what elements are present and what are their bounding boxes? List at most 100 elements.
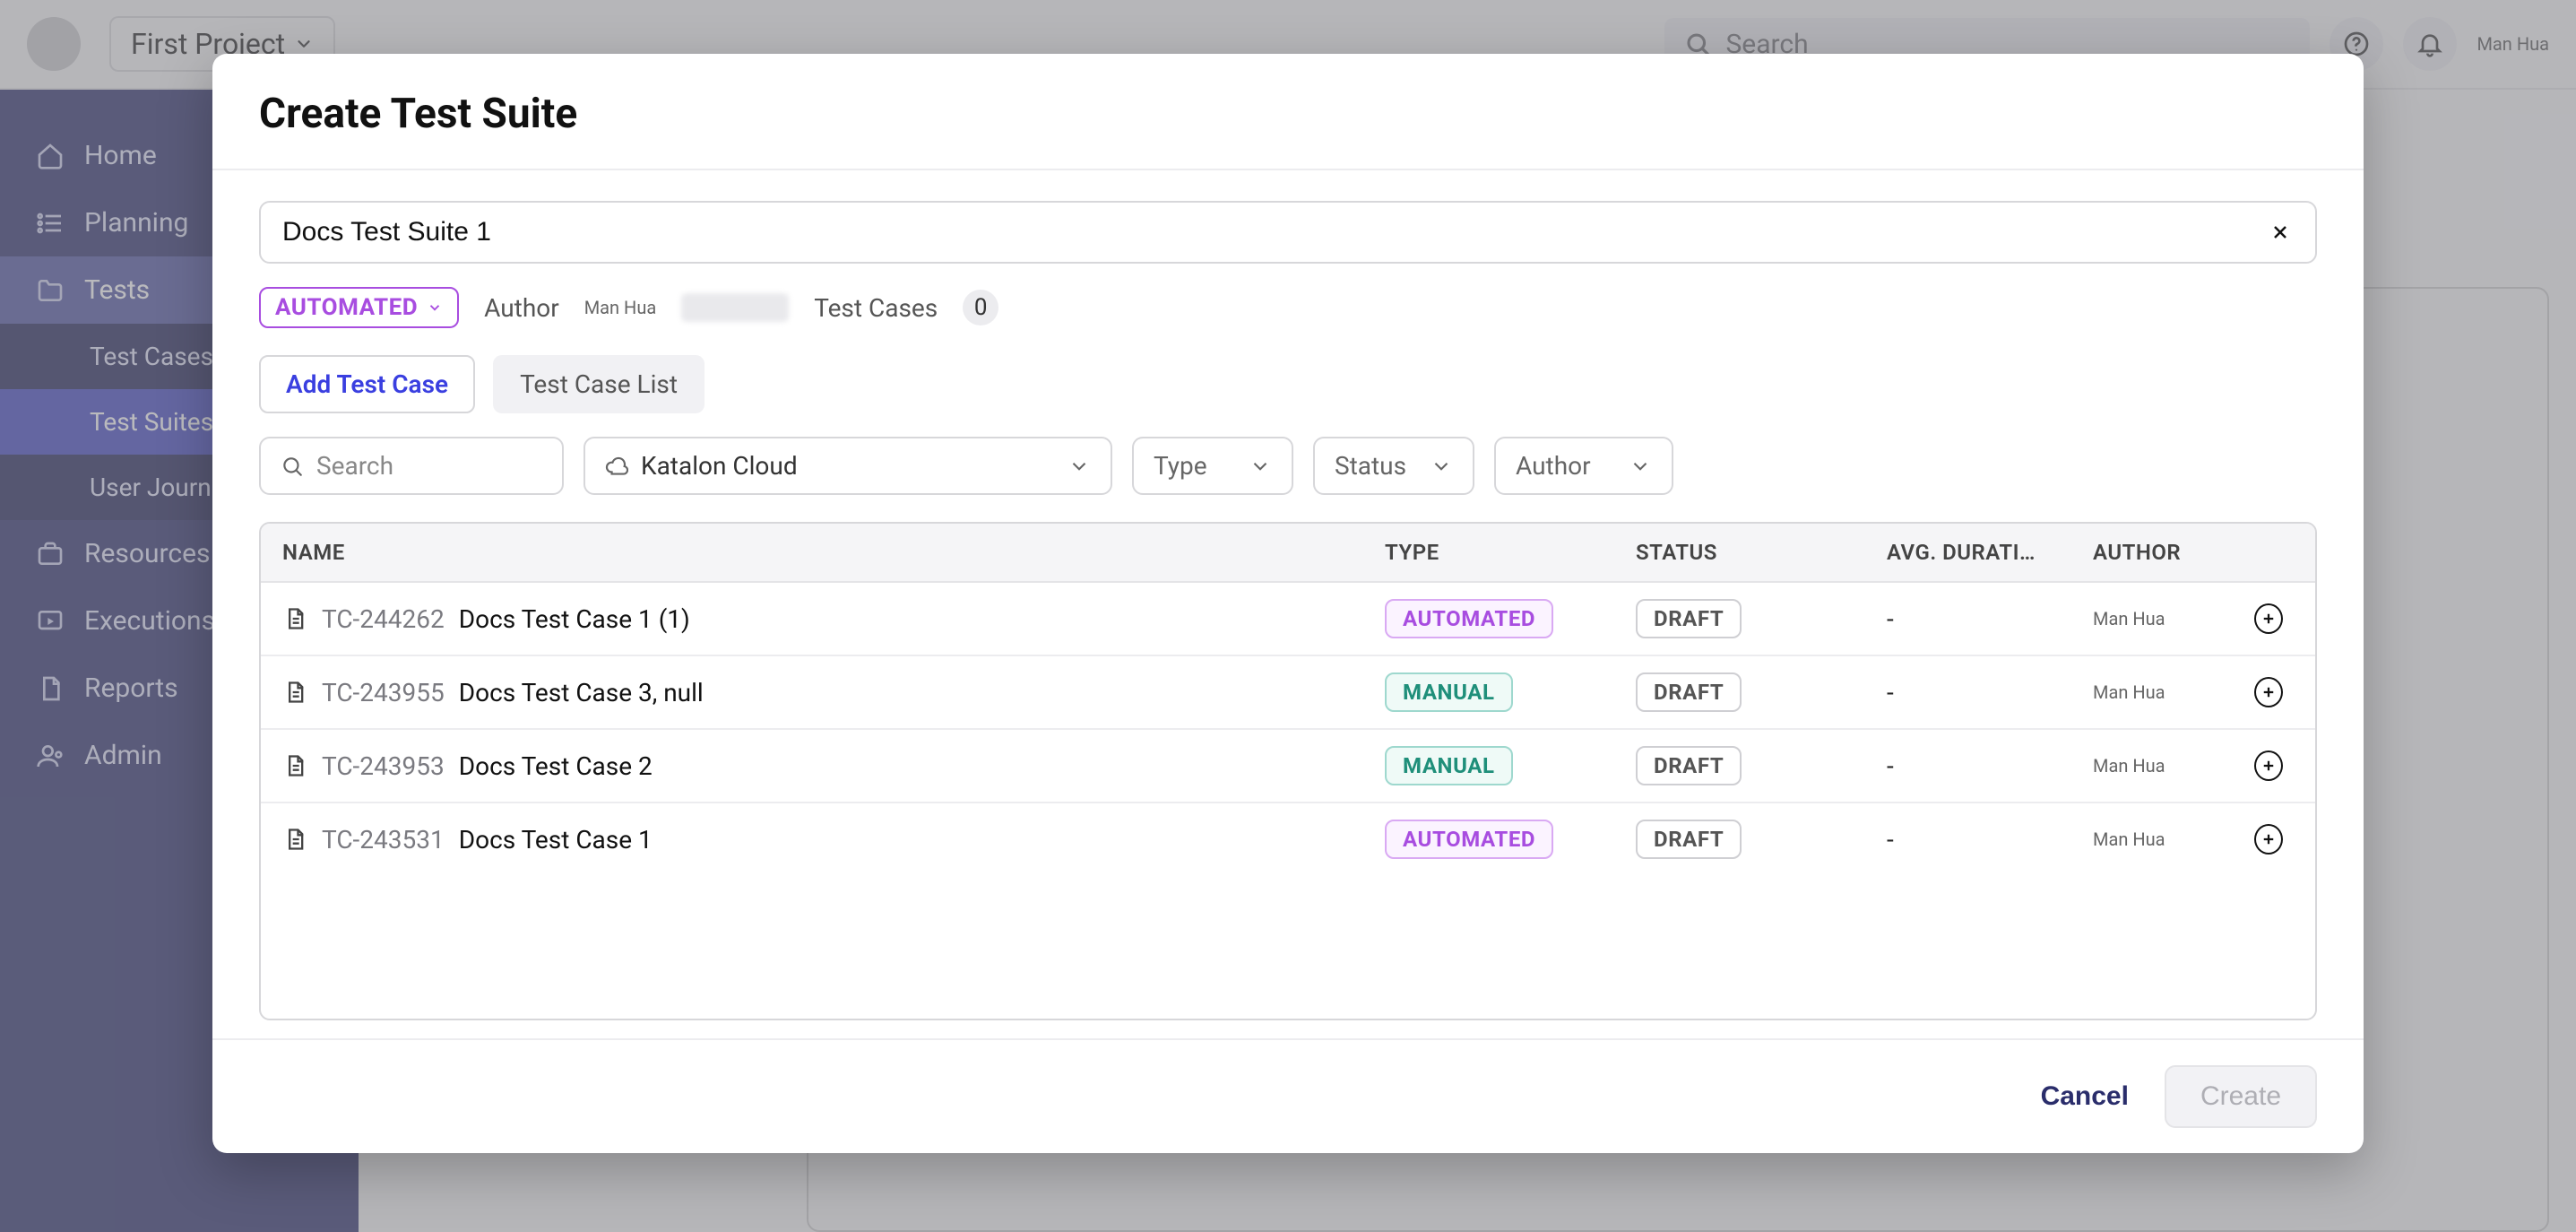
status-pill: DRAFT <box>1636 820 1742 859</box>
document-icon <box>282 753 307 778</box>
plus-icon <box>2260 831 2277 847</box>
filter-row: Search Katalon Cloud Type Status <box>259 437 2317 495</box>
modal-body: AUTOMATED Author Man Hua Test Cases 0 Ad… <box>212 170 2364 1038</box>
cell-name: TC-244262 Docs Test Case 1 (1) <box>261 588 1363 650</box>
cell-action <box>2233 808 2304 871</box>
status-pill: DRAFT <box>1636 746 1742 785</box>
cell-author: Man Hua <box>2071 739 2233 793</box>
cell-author: Man Hua <box>2071 812 2233 866</box>
tc-title: Docs Test Case 1 <box>459 825 653 855</box>
cell-author: Man Hua <box>2071 665 2233 719</box>
suite-name-input[interactable] <box>282 217 2249 247</box>
cell-duration: - <box>1865 588 2071 650</box>
author-name-blurred <box>681 293 789 322</box>
tab-add-test-case[interactable]: Add Test Case <box>259 355 475 413</box>
type-pill: AUTOMATED <box>1385 599 1553 638</box>
test-case-table: NAME TYPE STATUS AVG. DURATI… AUTHOR TC-… <box>259 522 2317 1020</box>
test-cases-count: 0 <box>963 290 998 325</box>
add-test-case-button[interactable] <box>2254 603 2283 634</box>
filter-type-label: Type <box>1154 451 1207 481</box>
tc-title: Docs Test Case 3, null <box>459 678 704 707</box>
suite-meta-row: AUTOMATED Author Man Hua Test Cases 0 <box>259 287 2317 328</box>
table-row[interactable]: TC-244262 Docs Test Case 1 (1) AUTOMATED D… <box>261 583 2315 655</box>
author-name: Man Hua <box>584 297 657 318</box>
tc-id: TC-244262 <box>322 604 445 634</box>
col-author: AUTHOR <box>2071 524 2233 581</box>
suite-type-label: AUTOMATED <box>275 294 418 321</box>
cell-name: TC-243531 Docs Test Case 1 <box>261 809 1363 871</box>
col-name: NAME <box>261 524 1363 581</box>
source-picker[interactable]: Katalon Cloud <box>583 437 1112 495</box>
cell-name: TC-243953 Docs Test Case 2 <box>261 735 1363 797</box>
table-row[interactable]: TC-243531 Docs Test Case 1 AUTOMATED DRAFT… <box>261 802 2315 875</box>
table-header: NAME TYPE STATUS AVG. DURATI… AUTHOR <box>261 524 2315 583</box>
modal-footer: Cancel Create <box>212 1038 2364 1153</box>
type-pill: AUTOMATED <box>1385 820 1553 859</box>
table-row[interactable]: TC-243953 Docs Test Case 2 MANUAL DRAFT -Ma… <box>261 728 2315 802</box>
cell-type: AUTOMATED <box>1363 803 1614 875</box>
chevron-down-icon <box>1430 455 1453 478</box>
filter-status-label: Status <box>1335 451 1406 481</box>
clear-name-button[interactable] <box>2267 219 2294 246</box>
close-icon <box>2269 221 2291 243</box>
cloud-icon <box>605 455 628 478</box>
cell-status: DRAFT <box>1614 583 1865 655</box>
modal-header: Create Test Suite <box>212 54 2364 170</box>
chevron-down-icon <box>1068 455 1091 478</box>
source-label: Katalon Cloud <box>641 451 798 481</box>
search-icon <box>281 455 304 478</box>
document-icon <box>282 606 307 631</box>
document-icon <box>282 827 307 852</box>
suite-type-badge[interactable]: AUTOMATED <box>259 287 459 328</box>
plus-icon <box>2260 684 2277 700</box>
table-row[interactable]: TC-243955 Docs Test Case 3, null MANUAL DR… <box>261 655 2315 728</box>
add-test-case-button[interactable] <box>2254 824 2283 855</box>
cell-status: DRAFT <box>1614 803 1865 875</box>
col-type: TYPE <box>1363 524 1614 581</box>
type-pill: MANUAL <box>1385 746 1513 785</box>
status-pill: DRAFT <box>1636 672 1742 712</box>
tc-search-placeholder: Search <box>316 451 393 481</box>
chevron-down-icon <box>427 299 443 316</box>
cell-type: MANUAL <box>1363 656 1614 728</box>
cell-action <box>2233 661 2304 724</box>
suite-name-field[interactable] <box>259 201 2317 264</box>
cell-name: TC-243955 Docs Test Case 3, null <box>261 662 1363 724</box>
cell-duration: - <box>1865 809 2071 871</box>
status-pill: DRAFT <box>1636 599 1742 638</box>
test-cases-label: Test Cases <box>814 293 938 323</box>
col-duration: AVG. DURATI… <box>1865 524 2071 581</box>
tc-id: TC-243531 <box>322 825 445 855</box>
tc-title: Docs Test Case 1 (1) <box>459 604 690 634</box>
add-test-case-button[interactable] <box>2254 750 2283 781</box>
plus-icon <box>2260 611 2277 627</box>
add-test-case-button[interactable] <box>2254 677 2283 707</box>
filter-status[interactable]: Status <box>1313 437 1474 495</box>
plus-icon <box>2260 758 2277 774</box>
author-label: Author <box>484 293 559 323</box>
create-test-suite-modal: Create Test Suite AUTOMATED Author Man H… <box>212 54 2364 1153</box>
chevron-down-icon <box>1249 455 1272 478</box>
cell-duration: - <box>1865 735 2071 797</box>
cell-type: MANUAL <box>1363 730 1614 802</box>
filter-author-label: Author <box>1516 451 1591 481</box>
cell-action <box>2233 587 2304 650</box>
filter-type[interactable]: Type <box>1132 437 1293 495</box>
document-icon <box>282 680 307 705</box>
create-button[interactable]: Create <box>2165 1065 2317 1128</box>
modal-title: Create Test Suite <box>259 90 2317 138</box>
cell-status: DRAFT <box>1614 730 1865 802</box>
col-status: STATUS <box>1614 524 1865 581</box>
tc-id: TC-243955 <box>322 678 445 707</box>
cell-type: AUTOMATED <box>1363 583 1614 655</box>
tc-id: TC-243953 <box>322 751 445 781</box>
tab-test-case-list[interactable]: Test Case List <box>493 355 705 413</box>
type-pill: MANUAL <box>1385 672 1513 712</box>
filter-author[interactable]: Author <box>1494 437 1673 495</box>
cell-author: Man Hua <box>2071 592 2233 646</box>
table-empty-space <box>261 875 2315 1019</box>
tc-search[interactable]: Search <box>259 437 564 495</box>
cancel-button[interactable]: Cancel <box>2041 1081 2129 1112</box>
tc-tabs: Add Test Case Test Case List <box>259 355 2317 413</box>
tc-title: Docs Test Case 2 <box>459 751 653 781</box>
